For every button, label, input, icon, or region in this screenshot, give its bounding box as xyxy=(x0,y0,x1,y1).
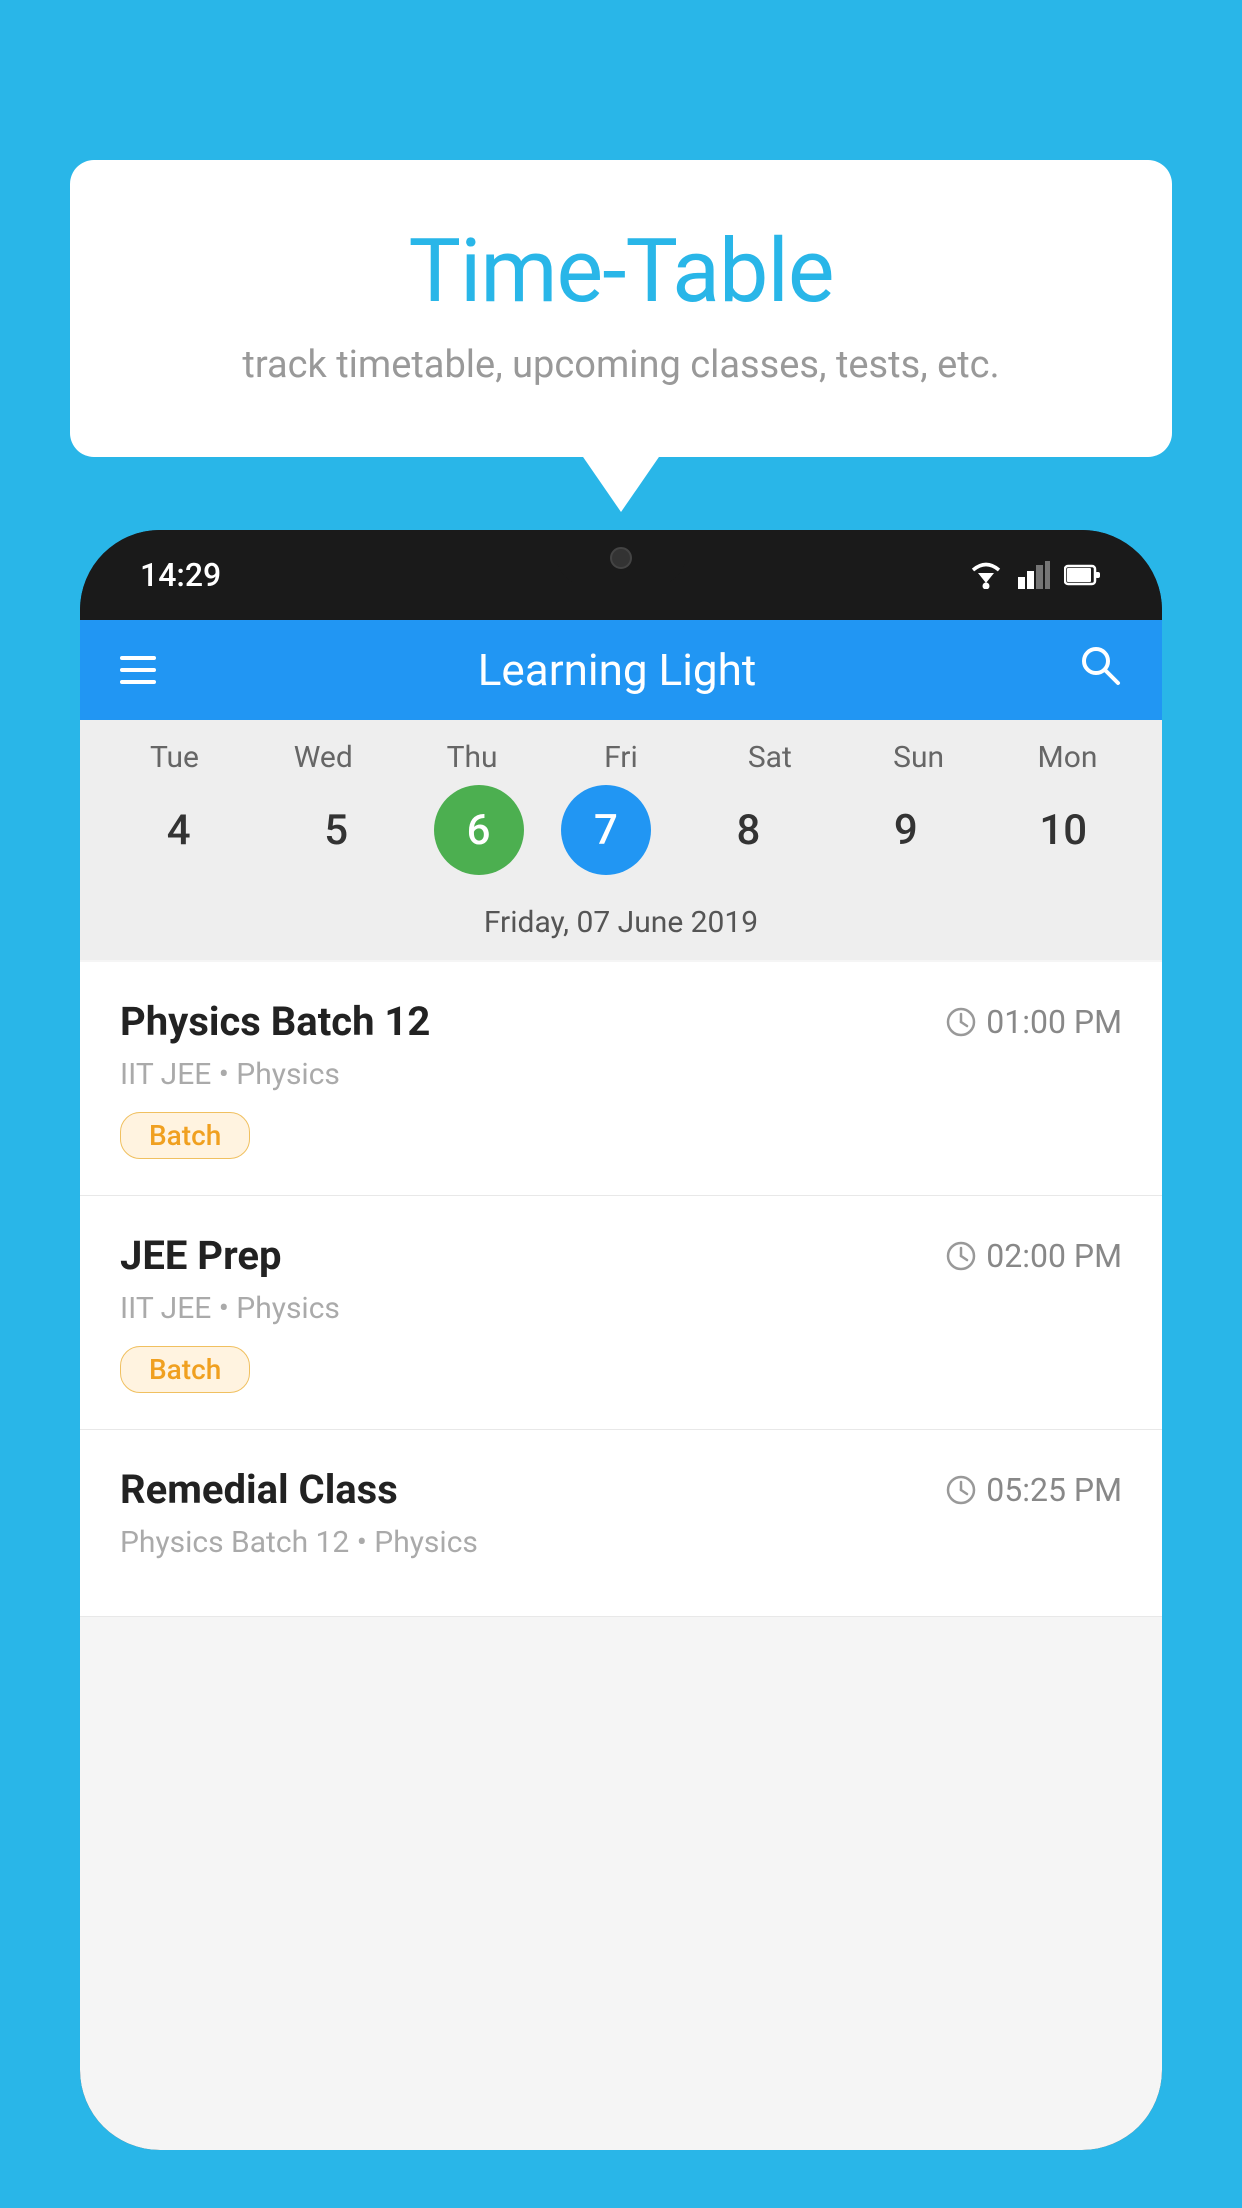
status-icons xyxy=(968,561,1102,589)
calendar-strip: Tue Wed Thu Fri Sat Sun Mon 4 5 6 7 8 9 … xyxy=(80,720,1162,960)
class-meta-3: Physics Batch 12 • Physics xyxy=(120,1525,1122,1560)
class-item-2[interactable]: JEE Prep 02:00 PM IIT JEE • Physics Batc… xyxy=(80,1196,1162,1430)
clock-icon-2 xyxy=(946,1241,976,1271)
batch-badge-1: Batch xyxy=(120,1112,250,1159)
speech-bubble-container: Time-Table track timetable, upcoming cla… xyxy=(70,160,1172,457)
class-item-header-2: JEE Prep 02:00 PM xyxy=(120,1232,1122,1279)
signal-icon xyxy=(1018,561,1050,589)
bubble-title: Time-Table xyxy=(150,220,1092,323)
day-header-sat: Sat xyxy=(710,740,830,775)
day-headers: Tue Wed Thu Fri Sat Sun Mon xyxy=(80,740,1162,775)
bubble-subtitle: track timetable, upcoming classes, tests… xyxy=(150,343,1092,387)
class-meta-2: IIT JEE • Physics xyxy=(120,1291,1122,1326)
day-numbers: 4 5 6 7 8 9 10 xyxy=(80,775,1162,895)
phone-frame: 14:29 xyxy=(80,530,1162,2150)
day-6-today[interactable]: 6 xyxy=(434,785,524,875)
day-8[interactable]: 8 xyxy=(688,785,808,875)
day-7-selected[interactable]: 7 xyxy=(561,785,651,875)
class-name-3: Remedial Class xyxy=(120,1466,398,1513)
app-header: Learning Light xyxy=(80,620,1162,720)
batch-badge-2: Batch xyxy=(120,1346,250,1393)
class-list: Physics Batch 12 01:00 PM IIT JEE • Phys… xyxy=(80,962,1162,1617)
class-name-2: JEE Prep xyxy=(120,1232,281,1279)
speech-bubble: Time-Table track timetable, upcoming cla… xyxy=(70,160,1172,457)
phone-notch xyxy=(556,530,686,585)
class-item-1[interactable]: Physics Batch 12 01:00 PM IIT JEE • Phys… xyxy=(80,962,1162,1196)
wifi-icon xyxy=(968,561,1004,589)
class-time-3: 05:25 PM xyxy=(946,1471,1122,1509)
clock-icon-3 xyxy=(946,1475,976,1505)
class-name-1: Physics Batch 12 xyxy=(120,998,430,1045)
clock-icon-1 xyxy=(946,1007,976,1037)
day-header-fri: Fri xyxy=(561,740,681,775)
battery-icon xyxy=(1064,563,1102,587)
class-time-1: 01:00 PM xyxy=(946,1003,1122,1041)
app-title: Learning Light xyxy=(186,644,1048,696)
day-header-wed: Wed xyxy=(263,740,383,775)
day-header-sun: Sun xyxy=(859,740,979,775)
day-10[interactable]: 10 xyxy=(1003,785,1123,875)
day-header-thu: Thu xyxy=(412,740,532,775)
hamburger-menu-button[interactable] xyxy=(120,656,156,684)
class-item-header-1: Physics Batch 12 01:00 PM xyxy=(120,998,1122,1045)
selected-date: Friday, 07 June 2019 xyxy=(80,895,1162,960)
day-header-mon: Mon xyxy=(1007,740,1127,775)
phone-container: 14:29 xyxy=(80,530,1162,2208)
class-time-2: 02:00 PM xyxy=(946,1237,1122,1275)
day-5[interactable]: 5 xyxy=(276,785,396,875)
class-meta-1: IIT JEE • Physics xyxy=(120,1057,1122,1092)
app-screen: Learning Light Tue Wed Thu Fri Sat Sun xyxy=(80,620,1162,2150)
class-item-header-3: Remedial Class 05:25 PM xyxy=(120,1466,1122,1513)
search-button[interactable] xyxy=(1078,643,1122,698)
phone-status-bar: 14:29 xyxy=(80,530,1162,620)
day-header-tue: Tue xyxy=(114,740,234,775)
day-9[interactable]: 9 xyxy=(846,785,966,875)
class-item-3[interactable]: Remedial Class 05:25 PM Physics Batch 12… xyxy=(80,1430,1162,1617)
camera-dot xyxy=(610,547,632,569)
day-4[interactable]: 4 xyxy=(119,785,239,875)
status-time: 14:29 xyxy=(140,556,221,594)
